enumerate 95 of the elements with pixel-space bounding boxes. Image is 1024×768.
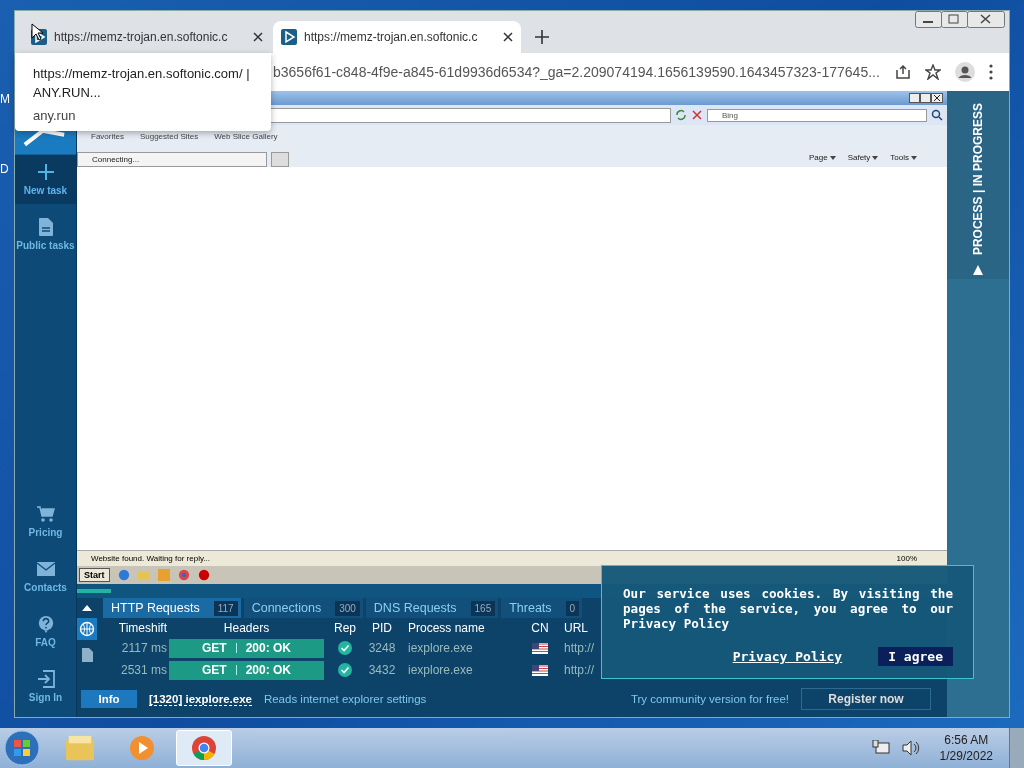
column-header: CN [530, 620, 550, 635]
command-menu[interactable]: Tools [890, 153, 917, 162]
network-icon[interactable] [871, 740, 890, 756]
check-icon [337, 640, 353, 656]
favorites-item[interactable]: Favorites [91, 131, 124, 141]
panel-tab[interactable]: DNS Requests 165 [365, 598, 499, 618]
info-button[interactable]: Info [81, 690, 137, 708]
clock-time[interactable]: 6:56 AM [944, 733, 989, 747]
window-controls-icon[interactable] [909, 93, 943, 103]
sign-in-icon [36, 670, 55, 688]
sidebar-item[interactable]: Contacts [15, 552, 76, 601]
profile-icon[interactable] [955, 62, 975, 82]
close-icon[interactable] [503, 32, 513, 42]
command-menu[interactable]: Safety [847, 153, 879, 162]
browser-tab[interactable]: https://memz-trojan.en.softonic.c [273, 21, 521, 53]
command-menu[interactable]: Page [808, 153, 836, 162]
sidebar-item[interactable]: Sign In [15, 662, 76, 711]
column-header: PID [371, 620, 393, 635]
sidebar-item[interactable]: Public tasks [15, 210, 76, 259]
cookie-message: Our service uses cookies. By visiting the pages of the service, you agree to our Privacy Policy [623, 586, 953, 631]
promo-text: Try community version for free! [630, 693, 789, 705]
info-text: Reads internet explorer settings [263, 693, 427, 705]
plus-icon [36, 163, 55, 181]
search-field[interactable]: Bing [707, 108, 927, 122]
desktop-icon-label: D [0, 162, 9, 176]
new-tab-icon[interactable] [535, 30, 549, 44]
column-header: Rep [333, 620, 357, 635]
process-status-label: PROCESS | IN PROGRESS [971, 103, 985, 256]
document-icon [36, 218, 55, 236]
process-link[interactable]: [1320] iexplore.exe [149, 692, 252, 706]
refresh-icon[interactable] [675, 109, 687, 121]
ie-tab[interactable]: Connecting... [77, 152, 267, 167]
cart-icon [36, 505, 55, 523]
table-cell-text: iexplore.exe [407, 641, 474, 655]
column-header: Timeshift [117, 620, 168, 635]
panel-tab[interactable]: HTTP Requests 117 [103, 598, 241, 618]
table-cell-text: 3432 [367, 663, 397, 677]
search-icon[interactable] [931, 109, 943, 121]
privacy-policy-link[interactable]: Privacy Policy [732, 649, 843, 664]
menu-icon[interactable] [989, 64, 993, 80]
agree-button[interactable]: I agree [878, 647, 953, 666]
favorites-item[interactable]: Suggested Sites [139, 131, 199, 141]
tooltip-title: https://memz-trojan.en.softonic.com/ | ANY.RUN... [33, 65, 251, 102]
tooltip-host: any.run [33, 108, 77, 123]
column-header: Headers [222, 620, 271, 635]
request-status-badge: GET 200: OK [169, 660, 324, 680]
taskbar-button[interactable] [176, 730, 232, 766]
expand-icon [973, 265, 983, 276]
panel-tab[interactable]: Connections 300 [243, 598, 363, 618]
table-cell-text: 3248 [367, 641, 397, 655]
panel-tab[interactable]: Threats 0 [501, 598, 583, 618]
desktop-icon-label: M [0, 92, 10, 106]
column-header: Process name [407, 620, 486, 635]
collapse-icon[interactable] [82, 605, 92, 611]
table-cell-text: 2531 ms [119, 663, 168, 677]
column-header: URL [563, 620, 588, 635]
address-bar[interactable]: b3656f61-c848-4f9e-a845-61d9936d6534?_ga=2.209074194.1656139590.1643457323-177645... [273, 64, 881, 80]
table-cell-text: 2117 ms [120, 641, 168, 655]
caret-icon [829, 155, 836, 160]
mail-icon [36, 560, 55, 578]
zoom-level[interactable]: 100% [896, 554, 917, 563]
table-cell-text: iexplore.exe [407, 663, 474, 677]
register-button[interactable]: Register now [801, 688, 931, 710]
chrome-icon [190, 735, 218, 761]
alert-icon[interactable] [197, 569, 210, 581]
volume-icon[interactable] [901, 740, 920, 756]
close-icon[interactable] [253, 32, 263, 42]
window-controls-icon[interactable] [915, 11, 1005, 28]
folder-icon [66, 735, 94, 761]
check-icon [337, 662, 353, 678]
share-icon[interactable] [895, 64, 911, 80]
table-cell-text: http:// [563, 641, 595, 655]
sidebar-item[interactable]: FAQ [15, 607, 76, 656]
start-button[interactable]: Start [79, 568, 110, 582]
process-panel[interactable]: PROCESS | IN PROGRESS [947, 91, 1009, 279]
flag-icon [532, 664, 548, 676]
question-icon [36, 615, 55, 633]
star-icon[interactable] [925, 64, 941, 80]
favorites-item[interactable]: Web Slice Gallery [214, 131, 278, 141]
sidebar-item[interactable]: New task [15, 155, 76, 204]
request-status-badge: GET 200: OK [169, 638, 324, 658]
caret-icon [872, 155, 879, 160]
play-icon [281, 29, 297, 45]
table-cell-text: http:// [563, 663, 595, 677]
stop-icon[interactable] [691, 109, 703, 121]
start-orb-icon[interactable] [4, 730, 40, 766]
flag-icon [532, 642, 548, 654]
chrome-icon[interactable] [177, 569, 190, 581]
clock-date[interactable]: 1/29/2022 [939, 749, 993, 763]
caret-icon [911, 155, 917, 160]
status-text: Website found. Waiting for reply... [91, 554, 210, 563]
sidebar-item[interactable]: Pricing [15, 497, 76, 546]
globe-icon[interactable] [77, 618, 97, 640]
mouse-cursor-icon [31, 23, 43, 41]
media-player-icon [128, 735, 156, 761]
